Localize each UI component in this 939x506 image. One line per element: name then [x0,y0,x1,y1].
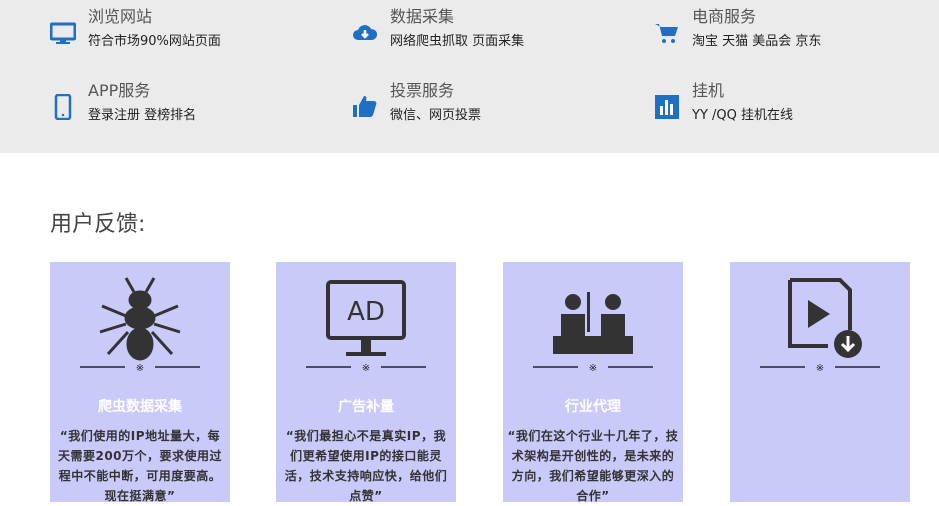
feedback-card: AD ※ 广告补量 “我们最担心不是真实IP，我们更希望使用IP的接口能灵活，技… [276,262,456,503]
service-subtitle: 符合市场90%网站页面 [88,34,221,49]
ornament-divider: ※ [760,363,880,372]
monitor-icon [50,22,76,44]
service-title: APP服务 [88,81,151,100]
card-quote: “我们最担心不是真实IP，我们更希望使用IP的接口能灵活，技术支持响应快，给他们… [284,429,448,503]
service-subtitle: 淘宝 天猫 美品会 京东 [692,34,822,49]
service-subtitle: 网络爬虫抓取 页面采集 [390,34,525,49]
service-subtitle: 微信、网页投票 [390,108,482,123]
service-title: 投票服务 [390,81,455,100]
ornament-divider: ※ [533,363,653,372]
feedback-card: ※ 爬虫数据采集 “我们使用的IP地址量大，每天需要200万个，要求使用过程中不… [50,262,230,503]
service-title: 挂机 [692,81,725,100]
service-browse[interactable]: 浏览网站符合市场90%网站页面 [50,6,221,54]
ornament-divider: ※ [306,363,426,372]
cart-icon [655,24,678,43]
card-quote: “我们在这个行业十几年了，技术架构是开创性的，是未来的方向，我们希望能够更深入的… [507,429,679,503]
service-subtitle: YY /QQ 挂机在线 [692,108,793,123]
svg-text:※: ※ [136,363,144,372]
service-idle[interactable]: 挂机 YY /QQ 挂机在线 [654,80,793,128]
svg-text:※: ※ [589,363,597,372]
service-title: 电商服务 [692,7,757,26]
card-heading: 广告补量 [338,399,394,415]
service-title: 浏览网站 [88,7,153,26]
cloud-download-icon [353,25,378,40]
phone-icon [54,94,72,120]
feedback-card: ※ 行业代理 “我们在这个行业十几年了，技术架构是开创性的，是未来的方向，我们希… [503,262,683,503]
thumbs-up-icon [353,96,377,117]
ornament-divider: ※ [80,363,200,372]
card-quote: “我们使用的IP地址量大，每天需要200万个，要求使用过程中不能中断，可用度要高… [57,429,223,503]
svg-text:※: ※ [362,363,370,372]
meeting-icon [553,292,633,354]
card-heading: 行业代理 [565,399,621,415]
service-subtitle: 登录注册 登榜排名 [88,108,197,123]
service-vote[interactable]: 投票服务微信、网页投票 [352,80,481,128]
feedback-title: 用户反馈: [50,212,146,237]
card-heading: 爬虫数据采集 [98,399,182,415]
service-data[interactable]: 数据采集网络爬虫抓取 页面采集 [352,6,524,54]
feedback-card: ※ [730,262,910,502]
svg-text:※: ※ [816,363,824,372]
ad-monitor-icon: AD [326,280,406,356]
service-ecommerce[interactable]: 电商服务淘宝 天猫 美品会 京东 [654,6,821,54]
service-app[interactable]: APP服务登录注册 登榜排名 [50,80,196,128]
video-download-icon [788,278,862,358]
svg-text:AD: AD [347,297,385,327]
service-title: 数据采集 [390,7,455,26]
services-panel: 浏览网站符合市场90%网站页面 数据采集网络爬虫抓取 页面采集 电商服务淘宝 天… [0,0,939,153]
ant-icon [99,277,181,361]
bar-chart-icon [655,95,679,119]
